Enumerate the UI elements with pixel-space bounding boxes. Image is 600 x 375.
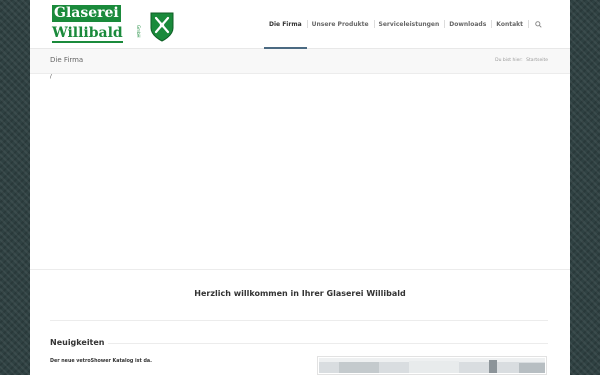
title-bar: Die Firma Du bist hier: Startseite	[30, 49, 570, 74]
nav-item-downloads[interactable]: Downloads	[444, 0, 491, 48]
logo-line1: Glaserei	[52, 5, 121, 22]
crest-icon	[150, 12, 174, 42]
breadcrumb: Du bist hier: Startseite	[495, 58, 548, 63]
breadcrumb-prefix: Du bist hier:	[495, 58, 523, 63]
search-icon	[534, 20, 542, 28]
divider	[50, 320, 548, 321]
search-button[interactable]	[528, 0, 548, 48]
nav-item-serviceleistungen[interactable]: Serviceleistungen	[373, 0, 445, 48]
logo-suffix: GmbH	[136, 25, 141, 38]
news-heading: Neuigkeiten	[50, 338, 105, 347]
logo-line2: Willibald	[52, 25, 123, 43]
site-logo[interactable]: Glaserei Willibald GmbH	[52, 5, 174, 43]
shower-photo-image	[319, 358, 545, 373]
welcome-heading: Herzlich willkommen in Ihrer Glaserei Wi…	[194, 289, 406, 298]
nav-item-die-firma[interactable]: Die Firma	[264, 0, 307, 49]
hero-slider: /	[30, 74, 570, 270]
breadcrumb-current[interactable]: Startseite	[526, 58, 548, 63]
page: Glaserei Willibald GmbH Die Firma Unsere…	[30, 0, 570, 375]
slider-marker: /	[50, 74, 52, 80]
news-item-link[interactable]: Der neue vetroShower Katalog ist da.	[50, 359, 152, 364]
page-title[interactable]: Die Firma	[50, 56, 83, 64]
news-divider	[108, 343, 548, 344]
main-nav: Die Firma Unsere Produkte Serviceleistun…	[264, 0, 548, 49]
nav-item-unsere-produkte[interactable]: Unsere Produkte	[306, 0, 374, 48]
nav-item-kontakt[interactable]: Kontakt	[491, 0, 528, 48]
site-header: Glaserei Willibald GmbH Die Firma Unsere…	[30, 0, 570, 49]
news-image[interactable]	[317, 356, 547, 375]
